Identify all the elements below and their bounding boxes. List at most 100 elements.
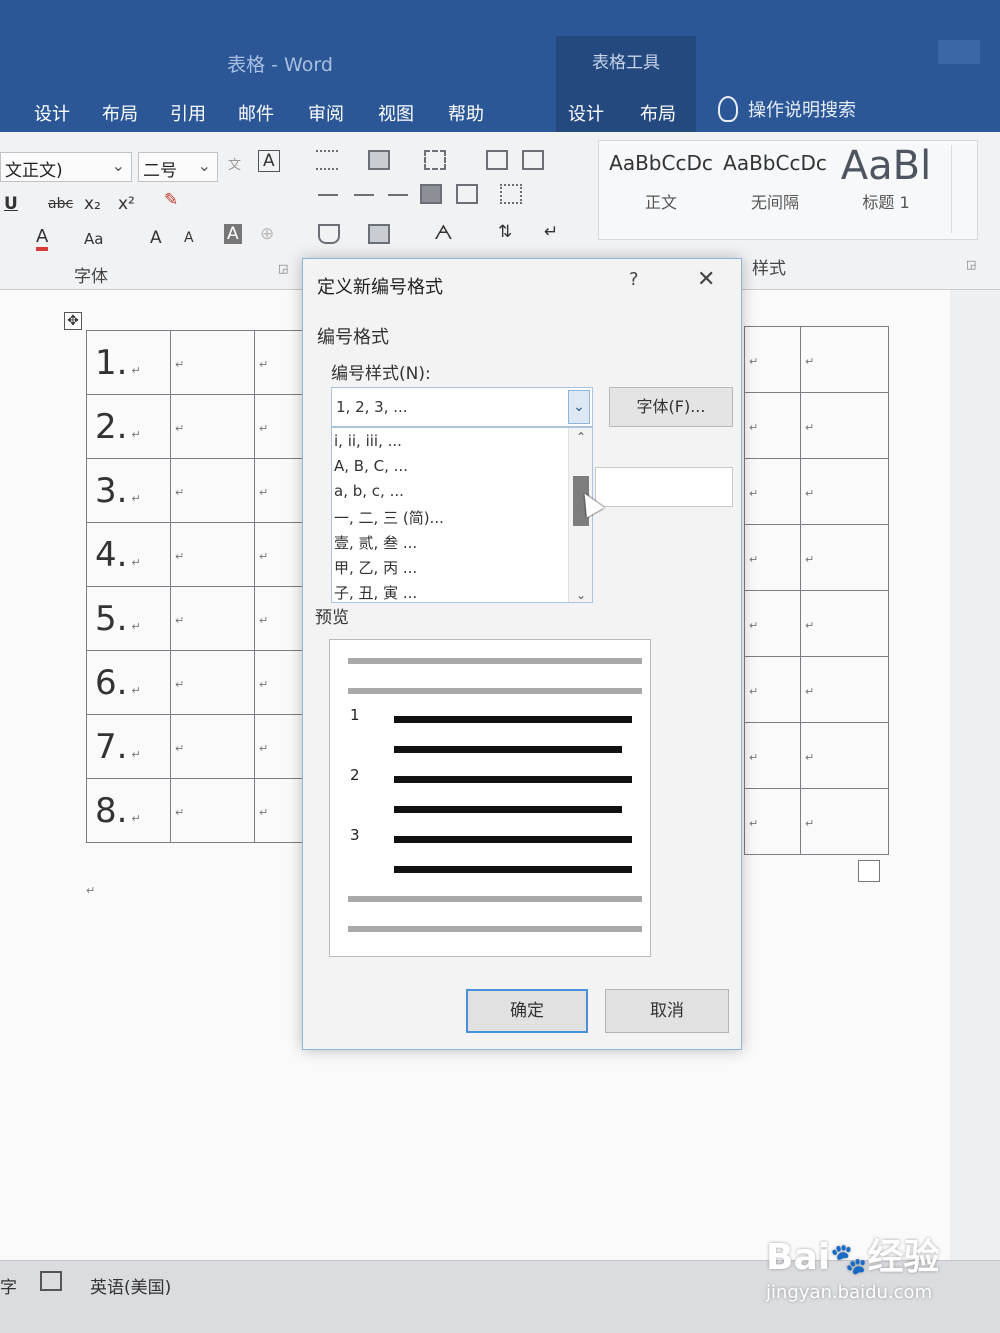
styles-scroll[interactable]	[951, 145, 975, 233]
table-cell[interactable]: ↵	[800, 656, 889, 723]
table-cell[interactable]: ↵	[744, 458, 801, 525]
tab-help[interactable]: 帮助	[448, 100, 484, 126]
tab-table-design[interactable]: 设计	[568, 100, 604, 126]
language-indicator[interactable]: 英语(美国)	[90, 1273, 171, 1298]
style-option[interactable]: 一, 二, 三 (简)...	[334, 507, 444, 528]
font-button[interactable]: 字体(F)...	[609, 387, 733, 427]
table-resize-handle[interactable]	[858, 860, 880, 882]
table-cell[interactable]: ↵	[254, 714, 305, 779]
proofing-icon[interactable]	[40, 1271, 62, 1291]
table-cell[interactable]: ↵	[254, 778, 305, 843]
row-number-cell[interactable]: 4. ↵	[86, 522, 171, 587]
table-cell[interactable]: ↵	[744, 392, 801, 459]
table-cell[interactable]: ↵	[170, 522, 255, 587]
align-center-icon[interactable]	[354, 194, 374, 196]
table-cell[interactable]: ↵	[800, 524, 889, 591]
sort-icon[interactable]: ⇅	[498, 222, 512, 242]
number-style-combo[interactable]: 1, 2, 3, ... ⌄	[331, 387, 593, 427]
row-number-cell[interactable]: 3. ↵	[86, 458, 171, 523]
tab-table-layout[interactable]: 布局	[640, 100, 676, 126]
tab-review[interactable]: 审阅	[308, 100, 344, 126]
phonetic-guide-icon[interactable]: 文	[228, 154, 241, 173]
table-cell[interactable]: ↵	[744, 590, 801, 657]
style-option[interactable]: i, ii, iii, ...	[334, 432, 402, 450]
tab-mailings[interactable]: 邮件	[238, 100, 274, 126]
table-cell[interactable]: ↵	[170, 778, 255, 843]
chinese-layout-icon[interactable]: ᗅ	[434, 220, 453, 244]
font-name-combo[interactable]: 文正文) ⌄	[0, 152, 132, 182]
number-format-field[interactable]	[595, 467, 733, 507]
table-cell[interactable]: ↵	[254, 394, 305, 459]
grow-font-button[interactable]: A	[150, 228, 162, 248]
table-cell[interactable]: ↵	[800, 590, 889, 657]
align-left-icon[interactable]	[318, 194, 338, 196]
table-cell[interactable]: ↵	[800, 392, 889, 459]
row-number-cell[interactable]: 2. ↵	[86, 394, 171, 459]
underline-button[interactable]: U	[4, 194, 18, 214]
dialog-launcher-icon[interactable]: ◲	[278, 262, 288, 275]
tab-view[interactable]: 视图	[378, 100, 414, 126]
tell-me-search[interactable]: 操作说明搜索	[718, 96, 856, 122]
dialog-launcher-icon[interactable]: ◲	[966, 258, 976, 271]
style-heading-1[interactable]: AaBl 标题 1	[831, 143, 941, 213]
style-normal[interactable]: AaBbCcDc 正文	[603, 151, 719, 213]
table-cell[interactable]: ↵	[800, 722, 889, 789]
tab-layout[interactable]: 布局	[102, 100, 138, 126]
cancel-button[interactable]: 取消	[605, 989, 729, 1033]
number-style-dropdown-list[interactable]: i, ii, iii, ... A, B, C, ... a, b, c, ..…	[331, 427, 593, 603]
change-case-button[interactable]: Aa	[84, 230, 103, 248]
style-option[interactable]: A, B, C, ...	[334, 457, 408, 475]
table-cell[interactable]: ↵	[254, 330, 305, 395]
decrease-indent-icon[interactable]	[486, 150, 508, 170]
help-button[interactable]: ?	[629, 269, 639, 290]
table-move-handle-icon[interactable]: ✥	[64, 312, 82, 330]
word-count[interactable]: 字	[0, 1273, 17, 1298]
borders-icon[interactable]	[368, 224, 390, 244]
enclose-char-icon[interactable]: ⊕	[260, 224, 274, 244]
bullets-icon[interactable]	[316, 150, 338, 170]
char-border-button[interactable]: A	[258, 150, 280, 172]
shading-icon[interactable]	[318, 224, 340, 244]
row-number-cell[interactable]: 6. ↵	[86, 650, 171, 715]
increase-indent-icon[interactable]	[522, 150, 544, 170]
table-cell[interactable]: ↵	[744, 656, 801, 723]
justify-icon[interactable]	[420, 184, 442, 204]
window-control-button[interactable]	[938, 40, 980, 64]
close-button[interactable]: ✕	[697, 267, 715, 292]
numbering-icon[interactable]	[368, 150, 390, 170]
table-cell[interactable]: ↵	[170, 394, 255, 459]
distributed-icon[interactable]	[456, 184, 478, 204]
eraser-icon[interactable]: ✎	[164, 190, 178, 210]
table-cell[interactable]: ↵	[800, 458, 889, 525]
row-number-cell[interactable]: 8. ↵	[86, 778, 171, 843]
table-cell[interactable]: ↵	[744, 788, 801, 855]
table-cell[interactable]: ↵	[254, 650, 305, 715]
chevron-down-icon[interactable]: ⌄	[569, 588, 592, 602]
table-cell[interactable]: ↵	[170, 586, 255, 651]
table-cell[interactable]: ↵	[744, 326, 801, 393]
line-spacing-icon[interactable]	[500, 184, 522, 204]
style-no-spacing[interactable]: AaBbCcDc 无间隔	[717, 151, 833, 213]
table-cell[interactable]: ↵	[170, 330, 255, 395]
table-cell[interactable]: ↵	[254, 586, 305, 651]
table-cell[interactable]: ↵	[170, 714, 255, 779]
chevron-down-icon[interactable]: ⌄	[568, 390, 590, 424]
style-option[interactable]: 甲, 乙, 丙 ...	[334, 557, 417, 578]
superscript-button[interactable]: x²	[118, 194, 135, 214]
table-cell[interactable]: ↵	[800, 326, 889, 393]
style-option[interactable]: 子, 丑, 寅 ...	[334, 582, 417, 602]
font-size-combo[interactable]: 二号 ⌄	[138, 152, 218, 182]
row-number-cell[interactable]: 5. ↵	[86, 586, 171, 651]
strikethrough-button[interactable]: abc	[48, 196, 73, 212]
table-cell[interactable]: ↵	[744, 524, 801, 591]
style-option[interactable]: a, b, c, ...	[334, 482, 404, 500]
row-number-cell[interactable]: 1. ↵	[86, 330, 171, 395]
multilevel-list-icon[interactable]	[424, 150, 446, 170]
subscript-button[interactable]: x₂	[84, 194, 101, 214]
tab-references[interactable]: 引用	[170, 100, 206, 126]
tab-design[interactable]: 设计	[34, 100, 70, 126]
ok-button[interactable]: 确定	[466, 989, 588, 1033]
align-right-icon[interactable]	[388, 194, 408, 196]
table-cell[interactable]: ↵	[254, 458, 305, 523]
style-option[interactable]: 壹, 贰, 叁 ...	[334, 532, 417, 553]
